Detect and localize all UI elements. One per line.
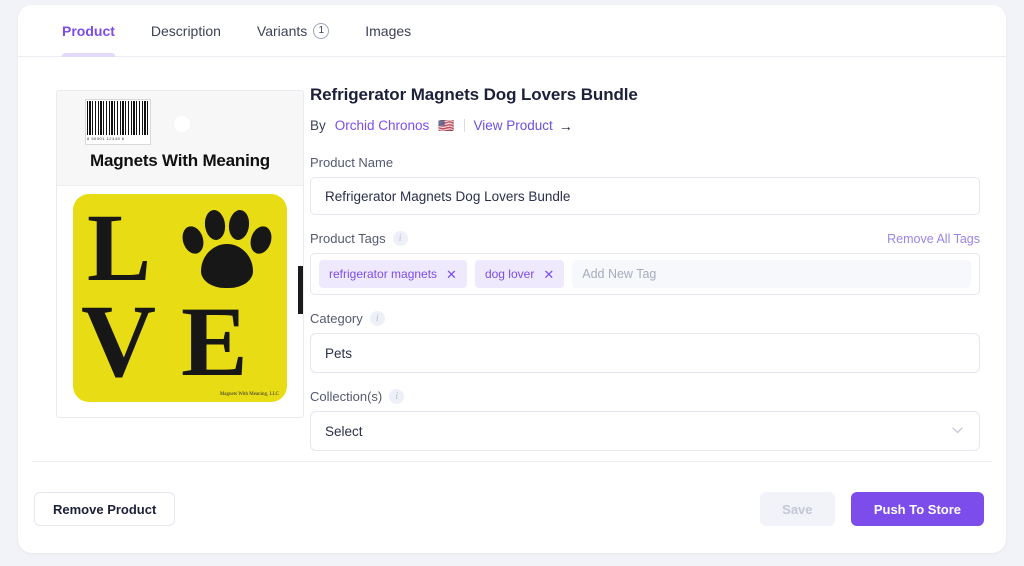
page-title: Refrigerator Magnets Dog Lovers Bundle [310, 85, 638, 104]
product-tags-field: Product Tags i Remove All Tags refrigera… [310, 231, 980, 295]
tab-active-indicator [62, 53, 115, 57]
collections-field: Collection(s) i Select [310, 389, 980, 451]
collections-value: Select [325, 423, 363, 439]
paw-toe [247, 223, 275, 257]
tag-label: dog lover [484, 267, 535, 281]
letter-v: V [81, 284, 157, 399]
tab-bar: Product Description Variants 1 Images [18, 5, 1006, 57]
punch-hole-icon [173, 115, 191, 133]
product-name-field: Product Name Refrigerator Magnets Dog Lo… [310, 155, 980, 215]
byline-prefix: By [310, 118, 326, 133]
footer-divider [32, 461, 992, 462]
tab-description-label: Description [150, 23, 221, 39]
category-label: Category [310, 311, 363, 326]
product-detail-card: Product Description Variants 1 Images 8 … [18, 5, 1006, 553]
tab-product-label: Product [62, 23, 115, 39]
category-value: Pets [325, 345, 353, 361]
category-field: Category i Pets [310, 311, 980, 373]
tab-images-label: Images [365, 23, 412, 39]
magnet-artwork: L V E Magnets With Meaning, LLC [73, 194, 287, 402]
chevron-down-icon [952, 426, 963, 437]
collections-label: Collection(s) [310, 389, 383, 404]
push-to-store-button[interactable]: Push To Store [850, 492, 984, 526]
byline-divider [463, 119, 465, 132]
product-form-column: Refrigerator Magnets Dog Lovers Bundle B… [310, 83, 980, 467]
tag-chip[interactable]: refrigerator magnets ✕ [319, 260, 467, 288]
variants-count-badge: 1 [313, 23, 330, 39]
product-name-label: Product Name [310, 155, 394, 170]
product-tags-label: Product Tags [310, 231, 386, 246]
product-image-column: 8 50001 12345 6 Magnets With Meaning L V… [38, 83, 304, 467]
page-root: Product Description Variants 1 Images 8 … [0, 0, 1024, 566]
remove-tag-icon[interactable]: ✕ [446, 268, 457, 281]
paw-print-icon [177, 206, 277, 290]
paw-toe [203, 208, 227, 242]
footer-actions: Remove Product Save Push To Store [18, 492, 1006, 526]
add-new-tag-input[interactable] [572, 260, 971, 288]
barcode-lines [87, 101, 149, 135]
tag-chip[interactable]: dog lover ✕ [474, 260, 565, 288]
tab-variants-label: Variants [256, 23, 308, 39]
save-button[interactable]: Save [759, 492, 835, 526]
paw-toe [179, 223, 207, 257]
vendor-link[interactable]: Orchid Chronos [335, 118, 430, 133]
remove-tag-icon[interactable]: ✕ [543, 268, 554, 281]
love-graphic: L V E [73, 194, 287, 402]
product-tags-label-row: Product Tags i Remove All Tags [310, 231, 980, 246]
collections-select[interactable]: Select [310, 411, 980, 451]
product-name-label-row: Product Name [310, 155, 980, 170]
info-icon[interactable]: i [369, 311, 385, 326]
tag-label: refrigerator magnets [329, 267, 438, 281]
view-product-label: View Product [473, 118, 553, 133]
view-product-link[interactable]: View Product → [474, 118, 573, 133]
product-name-input[interactable]: Refrigerator Magnets Dog Lovers Bundle [310, 177, 980, 215]
product-tags-input-area[interactable]: refrigerator magnets ✕ dog lover ✕ [310, 253, 980, 295]
collections-label-row: Collection(s) i [310, 389, 980, 404]
tab-description[interactable]: Description [133, 5, 239, 57]
product-body: 8 50001 12345 6 Magnets With Meaning L V… [18, 57, 1006, 467]
letter-l: L [87, 194, 152, 301]
magnet-credit-text: Magnets With Meaning, LLC [219, 392, 279, 397]
tab-product[interactable]: Product [44, 5, 133, 57]
barcode-number: 8 50001 12345 6 [87, 136, 125, 141]
package-brand-text: Magnets With Meaning [89, 151, 270, 170]
arrow-right-icon: → [558, 117, 573, 134]
category-input[interactable]: Pets [310, 333, 980, 373]
product-photo[interactable]: 8 50001 12345 6 Magnets With Meaning L V… [56, 90, 304, 418]
info-icon[interactable]: i [389, 389, 405, 404]
product-byline: By Orchid Chronos 🇺🇸 View Product → [310, 118, 980, 133]
collections-label-group: Collection(s) i [310, 389, 405, 404]
us-flag-icon: 🇺🇸 [438, 118, 455, 133]
category-label-group: Category i [310, 311, 385, 326]
tab-images[interactable]: Images [347, 5, 429, 57]
remove-all-tags-button[interactable]: Remove All Tags [887, 232, 980, 246]
tab-variants[interactable]: Variants 1 [239, 5, 347, 57]
info-icon[interactable]: i [392, 231, 408, 246]
letter-e: E [181, 286, 248, 397]
category-label-row: Category i [310, 311, 980, 326]
remove-product-button[interactable]: Remove Product [34, 492, 176, 526]
product-tags-label-group: Product Tags i [310, 231, 408, 246]
product-name-value: Refrigerator Magnets Dog Lovers Bundle [325, 188, 571, 204]
package-header: 8 50001 12345 6 Magnets With Meaning [57, 91, 303, 186]
package-side-strip [298, 266, 303, 314]
paw-pad [201, 244, 253, 288]
paw-toe [227, 208, 251, 242]
